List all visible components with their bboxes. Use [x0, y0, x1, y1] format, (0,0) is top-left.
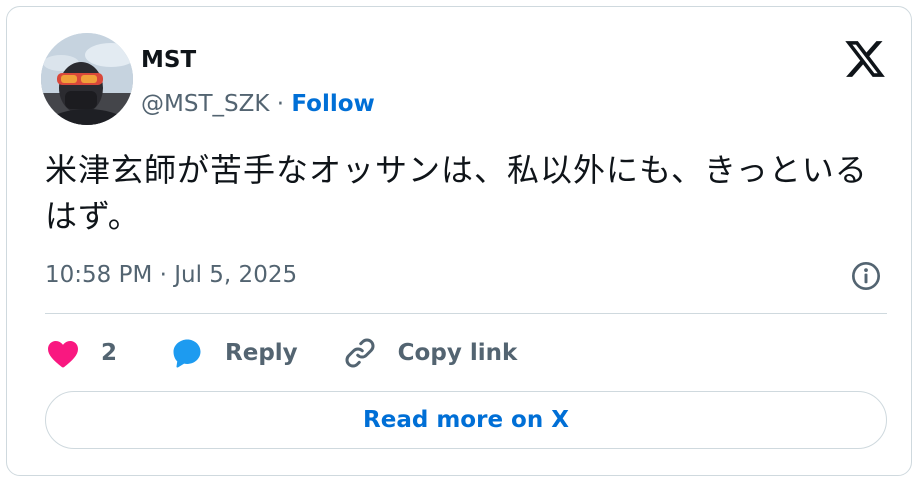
action-bar: 2 Reply Copy link: [45, 333, 517, 373]
separator-dot: ·: [276, 91, 285, 117]
read-more-button[interactable]: Read more on X: [45, 391, 887, 449]
avatar[interactable]: [41, 33, 133, 125]
tweet-timestamp[interactable]: 10:58 PM · Jul 5, 2025: [45, 259, 297, 291]
copy-link-label: Copy link: [397, 340, 518, 366]
tweet-text: 米津玄師が苦手なオッサンは、私以外にも、きっといるはず。: [45, 151, 868, 235]
like-button[interactable]: 2: [45, 335, 117, 371]
divider: [45, 313, 887, 314]
tweet-card: MST @MST_SZK · Follow 米津玄師が苦手なオッサンは、私以外に…: [6, 6, 912, 476]
author-handle-row: @MST_SZK · Follow: [141, 87, 375, 121]
reply-button[interactable]: Reply: [169, 335, 298, 371]
avatar-image: [41, 33, 133, 125]
reply-label: Reply: [225, 340, 298, 366]
reply-bubble-icon: [173, 339, 201, 368]
heart-icon: [48, 341, 78, 368]
copy-link-button[interactable]: Copy link: [342, 335, 518, 371]
x-logo-icon[interactable]: [843, 37, 887, 81]
info-icon[interactable]: [850, 260, 882, 292]
author-handle[interactable]: @MST_SZK: [141, 91, 269, 117]
author-name[interactable]: MST: [141, 45, 196, 75]
like-count: 2: [101, 340, 118, 366]
follow-button[interactable]: Follow: [291, 91, 374, 117]
link-icon: [345, 338, 375, 368]
